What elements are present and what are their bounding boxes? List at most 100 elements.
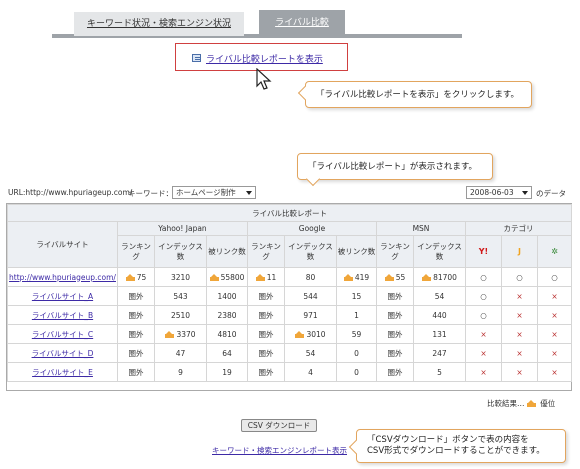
data-cell: 55800 [206,267,248,287]
chevron-down-icon [246,191,252,195]
cell-value: 81700 [433,272,457,282]
cell-value: 圏外 [387,310,403,320]
site-link[interactable]: ライバルサイト_C [32,330,93,339]
category-cell: × [501,305,538,325]
data-cell: 80 [284,267,337,287]
legend-suffix: 優位 [540,399,556,408]
data-cell: 2380 [206,305,248,325]
data-cell: 4 [284,362,337,382]
data-cell: 131 [413,324,466,344]
keyword-select[interactable]: ホームページ制作 [172,186,256,199]
callout-shown: 「ライバル比較レポート」が表示されます。 [297,153,493,187]
engine-yahoo: Yahoo! Japan [117,221,248,236]
category-cell: × [501,362,538,382]
data-cell: 9 [154,362,207,382]
site-cell: ライバルサイト_B [7,305,118,325]
col-header: ランキング [117,235,155,268]
crown-icon [343,273,353,281]
report-title: ライバル比較レポート [6,204,573,222]
cell-value: 0 [354,367,359,377]
csv-download-button[interactable]: CSV ダウンロード [241,419,317,432]
cell-value: 圏外 [128,348,144,358]
category-cell: × [536,362,573,382]
data-cell: 圏外 [247,305,285,325]
site-link[interactable]: ライバルサイト_A [32,292,93,301]
cell-value: 9 [178,367,183,377]
tab-keyword-status[interactable]: キーワード状況・検索エンジン状況 [74,12,244,36]
data-cell: 59 [336,324,377,344]
cell-value: 543 [173,291,188,301]
category-cell: × [536,324,573,344]
cell-value: 圏外 [128,291,144,301]
table-row: ライバルサイト_E 圏外 9 19 圏外 4 0 圏外 5 × × × [7,362,573,382]
data-cell: 54 [413,286,466,306]
callout-tail [348,439,364,455]
data-cell: 圏外 [247,286,285,306]
site-link[interactable]: ライバルサイト_E [32,368,93,377]
data-cell: 圏外 [376,343,414,363]
site-link[interactable]: http://www.hpuriageup.com/ [9,273,116,282]
tab-bar: キーワード状況・検索エンジン状況 ライバル比較 [52,8,462,38]
data-cell: 971 [284,305,337,325]
data-cell: 54 [284,343,337,363]
cell-value: 47 [175,348,186,358]
data-cell: 55 [376,267,414,287]
crown-icon [255,273,265,281]
site-link[interactable]: ライバルサイト_B [32,311,93,320]
url-label: URL:http://www.hpuriageup.com/ [8,188,133,197]
cell-value: 圏外 [258,291,274,301]
cell-value: 3010 [306,329,326,339]
category-cell: × [501,324,538,344]
table-row: ライバルサイト_D 圏外 47 64 圏外 54 0 圏外 247 × × × [7,343,573,363]
cell-value: 131 [432,329,447,339]
keyword-report-link[interactable]: キーワード・検索エンジンレポート表示 [212,445,347,456]
callout-csv-text-1: 「CSVダウンロード」ボタンで表の内容を [367,435,529,445]
category-cell: × [536,305,573,325]
tab-rival-compare[interactable]: ライバル比較 [259,10,345,36]
data-cell: 圏外 [117,343,155,363]
data-cell: 圏外 [117,305,155,325]
data-cell: 47 [154,343,207,363]
mouse-cursor-icon [256,68,272,90]
category-cell: × [465,362,502,382]
category-cell: × [501,286,538,306]
data-cell: 81700 [413,267,466,287]
col-header: 被リンク数 [336,235,377,268]
col-header: 被リンク数 [206,235,248,268]
cell-value: 5 [437,367,442,377]
data-cell: 0 [336,362,377,382]
site-link[interactable]: ライバルサイト_D [32,349,94,358]
data-cell: 419 [336,267,377,287]
cell-value: 1400 [217,291,237,301]
date-select[interactable]: 2008-06-03 [466,186,532,199]
crown-icon [526,400,536,407]
cell-value: 圏外 [387,291,403,301]
chevron-down-icon [522,191,528,195]
show-report-box: ライバル比較レポートを表示 [175,43,348,71]
site-cell: ライバルサイト_A [7,286,118,306]
legend-prefix: 比較結果… [487,399,525,408]
site-cell: ライバルサイト_D [7,343,118,363]
callout-click: 「ライバル比較レポートを表示」をクリックします。 [297,81,532,108]
cell-value: 4810 [217,329,237,339]
engine-msn: MSN [376,221,466,236]
cell-value: 圏外 [387,329,403,339]
data-cell: 3010 [284,324,337,344]
data-cell: 圏外 [376,286,414,306]
cell-value: 圏外 [258,329,274,339]
site-header: ライバルサイト [7,221,118,268]
category-cell: ○ [465,267,502,287]
cell-value: 3210 [170,272,191,282]
data-cell: 75 [117,267,155,287]
category-cell: ○ [465,286,502,306]
category-cell: ○ [465,305,502,325]
data-cell: 15 [336,286,377,306]
data-cell: 圏外 [117,324,155,344]
callout-csv-text-2: CSV形式でダウンロードすることができます。 [367,446,545,456]
show-report-link[interactable]: ライバル比較レポートを表示 [206,52,323,65]
category-cell: × [536,286,573,306]
site-cell: ライバルサイト_E [7,362,118,382]
table-row: http://www.hpuriageup.com/75 3210 55800 11 8… [7,267,573,287]
cell-value: 544 [303,291,318,301]
data-cell: 圏外 [117,362,155,382]
